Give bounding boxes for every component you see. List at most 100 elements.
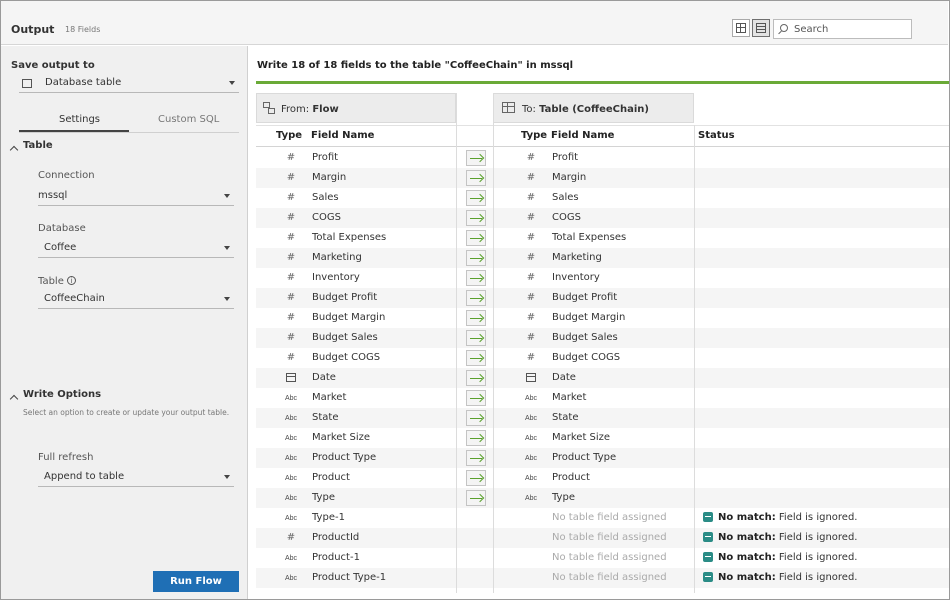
connection-dropdown[interactable]: mssql <box>38 186 234 206</box>
settings-panel: Save output to Database table Settings C… <box>1 46 248 599</box>
table-row[interactable]: # COGS # COGS <box>256 208 949 228</box>
dst-field-name[interactable]: Product <box>552 468 590 488</box>
to-table-header: To: Table (CoffeeChain) <box>493 93 694 123</box>
table-row[interactable]: # Sales # Sales <box>256 188 949 208</box>
src-type-cell: Abc <box>281 568 301 588</box>
table-row[interactable]: # Budget Margin # Budget Margin <box>256 308 949 328</box>
list-view-button[interactable] <box>752 19 770 37</box>
dst-field-name[interactable]: Inventory <box>552 268 600 288</box>
dst-field-name[interactable]: Sales <box>552 188 579 208</box>
dst-type-cell: # <box>521 148 541 168</box>
status-text: Field is ignored. <box>775 532 858 543</box>
arrow-right-icon <box>475 333 485 343</box>
map-arrow-button[interactable] <box>466 230 486 246</box>
table-row[interactable]: Abc Product-1 No table field assigned No ma… <box>256 548 949 568</box>
table-row[interactable]: # Profit # Profit <box>256 148 949 168</box>
map-arrow-button[interactable] <box>466 350 486 366</box>
map-arrow-button[interactable] <box>466 370 486 386</box>
write-mode-dropdown[interactable]: Append to table <box>38 467 234 487</box>
table-row[interactable]: Abc State Abc State <box>256 408 949 428</box>
map-arrow-button[interactable] <box>466 170 486 186</box>
arrow-right-icon <box>475 153 485 163</box>
table-row[interactable]: # Inventory # Inventory <box>256 268 949 288</box>
dst-field-name[interactable]: COGS <box>552 208 581 228</box>
table-row[interactable]: # Marketing # Marketing <box>256 248 949 268</box>
save-output-dropdown[interactable]: Database table <box>19 73 239 93</box>
table-row[interactable]: Abc Type Abc Type <box>256 488 949 508</box>
table-row[interactable]: # Budget Sales # Budget Sales <box>256 328 949 348</box>
dst-field-name[interactable]: State <box>552 408 578 428</box>
dst-field-unassigned[interactable]: No table field assigned <box>552 568 667 588</box>
database-dropdown[interactable]: Coffee <box>38 238 234 258</box>
dst-type-header: Type <box>521 130 548 141</box>
dst-field-name[interactable]: Profit <box>552 148 578 168</box>
string-type-icon: Abc <box>524 435 538 442</box>
arrow-right-icon <box>475 213 485 223</box>
table-row[interactable]: Abc Product Abc Product <box>256 468 949 488</box>
dst-field-unassigned[interactable]: No table field assigned <box>552 508 667 528</box>
dst-type-cell: # <box>521 308 541 328</box>
collapse-table-icon[interactable] <box>9 145 19 155</box>
map-arrow-button[interactable] <box>466 290 486 306</box>
map-arrow-button[interactable] <box>466 250 486 266</box>
dst-field-name[interactable]: Date <box>552 368 576 388</box>
map-arrow-button[interactable] <box>466 410 486 426</box>
table-row[interactable]: # ProductId No table field assigned No matc… <box>256 528 949 548</box>
map-arrow-button[interactable] <box>466 490 486 506</box>
grid-view-icon <box>736 23 746 33</box>
map-arrow-button[interactable] <box>466 330 486 346</box>
dst-field-name[interactable]: Budget COGS <box>552 348 620 368</box>
table-row[interactable]: Date Date <box>256 368 949 388</box>
dst-field-name[interactable]: Market Size <box>552 428 610 448</box>
table-row[interactable]: Abc Market Abc Market <box>256 388 949 408</box>
tab-settings[interactable]: Settings <box>59 114 100 125</box>
dst-field-name[interactable]: Budget Profit <box>552 288 617 308</box>
src-field-name: Profit <box>312 152 339 163</box>
map-arrow-button[interactable] <box>466 210 486 226</box>
tab-custom-sql[interactable]: Custom SQL <box>158 114 219 125</box>
dst-field-unassigned[interactable]: No table field assigned <box>552 548 667 568</box>
to-prefix: To: <box>522 104 540 115</box>
dst-field-name[interactable]: Product Type <box>552 448 616 468</box>
info-icon[interactable]: i <box>66 276 76 285</box>
search-box[interactable] <box>773 19 912 39</box>
map-arrow-button[interactable] <box>466 390 486 406</box>
dst-field-name[interactable]: Type <box>552 488 575 508</box>
table-row[interactable]: Abc Market Size Abc Market Size <box>256 428 949 448</box>
table-row[interactable]: # Margin # Margin <box>256 168 949 188</box>
number-type-icon: # <box>286 252 296 263</box>
status-cell: No match: Field is ignored. <box>703 528 857 548</box>
collapse-write-options-icon[interactable] <box>9 394 19 404</box>
map-arrow-button[interactable] <box>466 150 486 166</box>
map-arrow-button[interactable] <box>466 450 486 466</box>
status-label: No match: <box>718 532 776 543</box>
table-row[interactable]: # Budget COGS # Budget COGS <box>256 348 949 368</box>
src-field-name: State <box>312 412 339 423</box>
dst-field-unassigned[interactable]: No table field assigned <box>552 528 667 548</box>
write-mode-value: Append to table <box>44 471 125 482</box>
grid-view-button[interactable] <box>732 19 750 37</box>
map-arrow-button[interactable] <box>466 470 486 486</box>
table-dropdown[interactable]: CoffeeChain <box>38 289 234 309</box>
database-value: Coffee <box>44 242 77 253</box>
map-arrow-button[interactable] <box>466 430 486 446</box>
search-input[interactable] <box>794 22 904 36</box>
dst-field-name[interactable]: Margin <box>552 168 586 188</box>
dst-field-name[interactable]: Marketing <box>552 248 602 268</box>
table-row[interactable]: Abc Product Type Abc Product Type <box>256 448 949 468</box>
dst-field-name[interactable]: Budget Sales <box>552 328 618 348</box>
run-flow-button[interactable]: Run Flow <box>153 571 239 592</box>
map-arrow-button[interactable] <box>466 310 486 326</box>
table-row[interactable]: # Budget Profit # Budget Profit <box>256 288 949 308</box>
number-type-icon: # <box>526 332 536 343</box>
dst-type-cell: # <box>521 288 541 308</box>
table-row[interactable]: Abc Type-1 No table field assigned No match… <box>256 508 949 528</box>
dst-field-name[interactable]: Market <box>552 388 586 408</box>
mapping-summary: Write 18 of 18 fields to the table "Coff… <box>257 60 574 71</box>
map-arrow-button[interactable] <box>466 270 486 286</box>
table-row[interactable]: Abc Product Type-1 No table field assigned… <box>256 568 949 588</box>
dst-field-name[interactable]: Budget Margin <box>552 308 625 328</box>
table-row[interactable]: # Total Expenses # Total Expenses <box>256 228 949 248</box>
dst-field-name[interactable]: Total Expenses <box>552 228 626 248</box>
map-arrow-button[interactable] <box>466 190 486 206</box>
